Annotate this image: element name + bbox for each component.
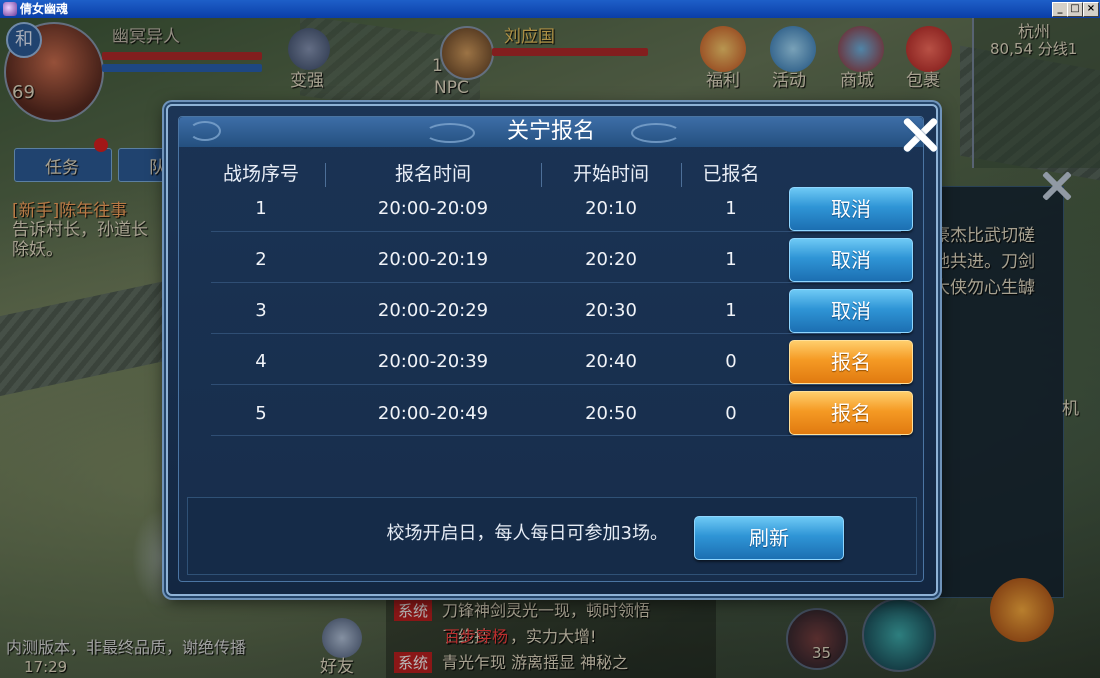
row-start-time: 20:40 [585, 351, 637, 372]
signup-button[interactable]: 报名 [789, 340, 913, 384]
row-signup-time: 20:00-20:49 [377, 403, 489, 424]
row-start-time: 20:10 [585, 198, 637, 219]
signup-button[interactable]: 报名 [789, 391, 913, 435]
column-header: 报名时间 [394, 163, 471, 185]
row-registered-count: 0 [725, 403, 737, 424]
row-divider [211, 435, 901, 436]
row-divider [211, 231, 901, 232]
cancel-button[interactable]: 取消 [789, 238, 913, 282]
row-registered-count: 1 [725, 300, 737, 321]
row-index: 4 [255, 351, 267, 372]
minimize-button[interactable]: _ [1052, 2, 1068, 17]
row-index: 5 [255, 403, 267, 424]
close-window-button[interactable]: × [1083, 2, 1099, 17]
row-signup-time: 20:00-20:19 [377, 249, 489, 270]
row-start-time: 20:50 [585, 403, 637, 424]
row-index: 3 [255, 300, 267, 321]
row-registered-count: 1 [725, 198, 737, 219]
row-signup-time: 20:00-20:29 [377, 300, 489, 321]
row-start-time: 20:20 [585, 249, 637, 270]
close-icon[interactable] [897, 113, 941, 157]
row-registered-count: 0 [725, 351, 737, 372]
row-divider [211, 384, 901, 385]
row-divider [211, 282, 901, 283]
refresh-button[interactable]: 刷新 [694, 516, 844, 560]
column-header: 已报名 [702, 163, 760, 185]
dialog-header: 关宁报名 [179, 117, 923, 147]
table-header: 战场序号 报名时间 开始时间 已报名 [191, 157, 911, 191]
row-registered-count: 1 [725, 249, 737, 270]
app-icon [3, 2, 17, 16]
maximize-button[interactable]: □ [1067, 2, 1083, 17]
footer-rules-text: 校场开启日，每人每日可参加3场。 [386, 523, 668, 544]
dialog-footer: 校场开启日，每人每日可参加3场。 刷新 [187, 497, 917, 575]
signup-dialog: 关宁报名 战场序号 报名时间 开始时间 已报名 1 20:00-20:09 20… [166, 104, 938, 596]
row-index: 1 [255, 198, 267, 219]
row-signup-time: 20:00-20:39 [377, 351, 489, 372]
column-header: 战场序号 [222, 163, 299, 185]
cancel-button[interactable]: 取消 [789, 187, 913, 231]
row-divider [211, 333, 901, 334]
row-signup-time: 20:00-20:09 [377, 198, 489, 219]
row-start-time: 20:30 [585, 300, 637, 321]
dialog-title: 关宁报名 [506, 119, 595, 144]
window-title: 倩女幽魂 [20, 2, 69, 16]
column-header: 开始时间 [572, 163, 649, 185]
dialog-body: 关宁报名 战场序号 报名时间 开始时间 已报名 1 20:00-20:09 20… [178, 116, 924, 582]
row-index: 2 [255, 249, 267, 270]
window-titlebar: 倩女幽魂 _ □ × [0, 0, 1100, 18]
cancel-button[interactable]: 取消 [789, 289, 913, 333]
